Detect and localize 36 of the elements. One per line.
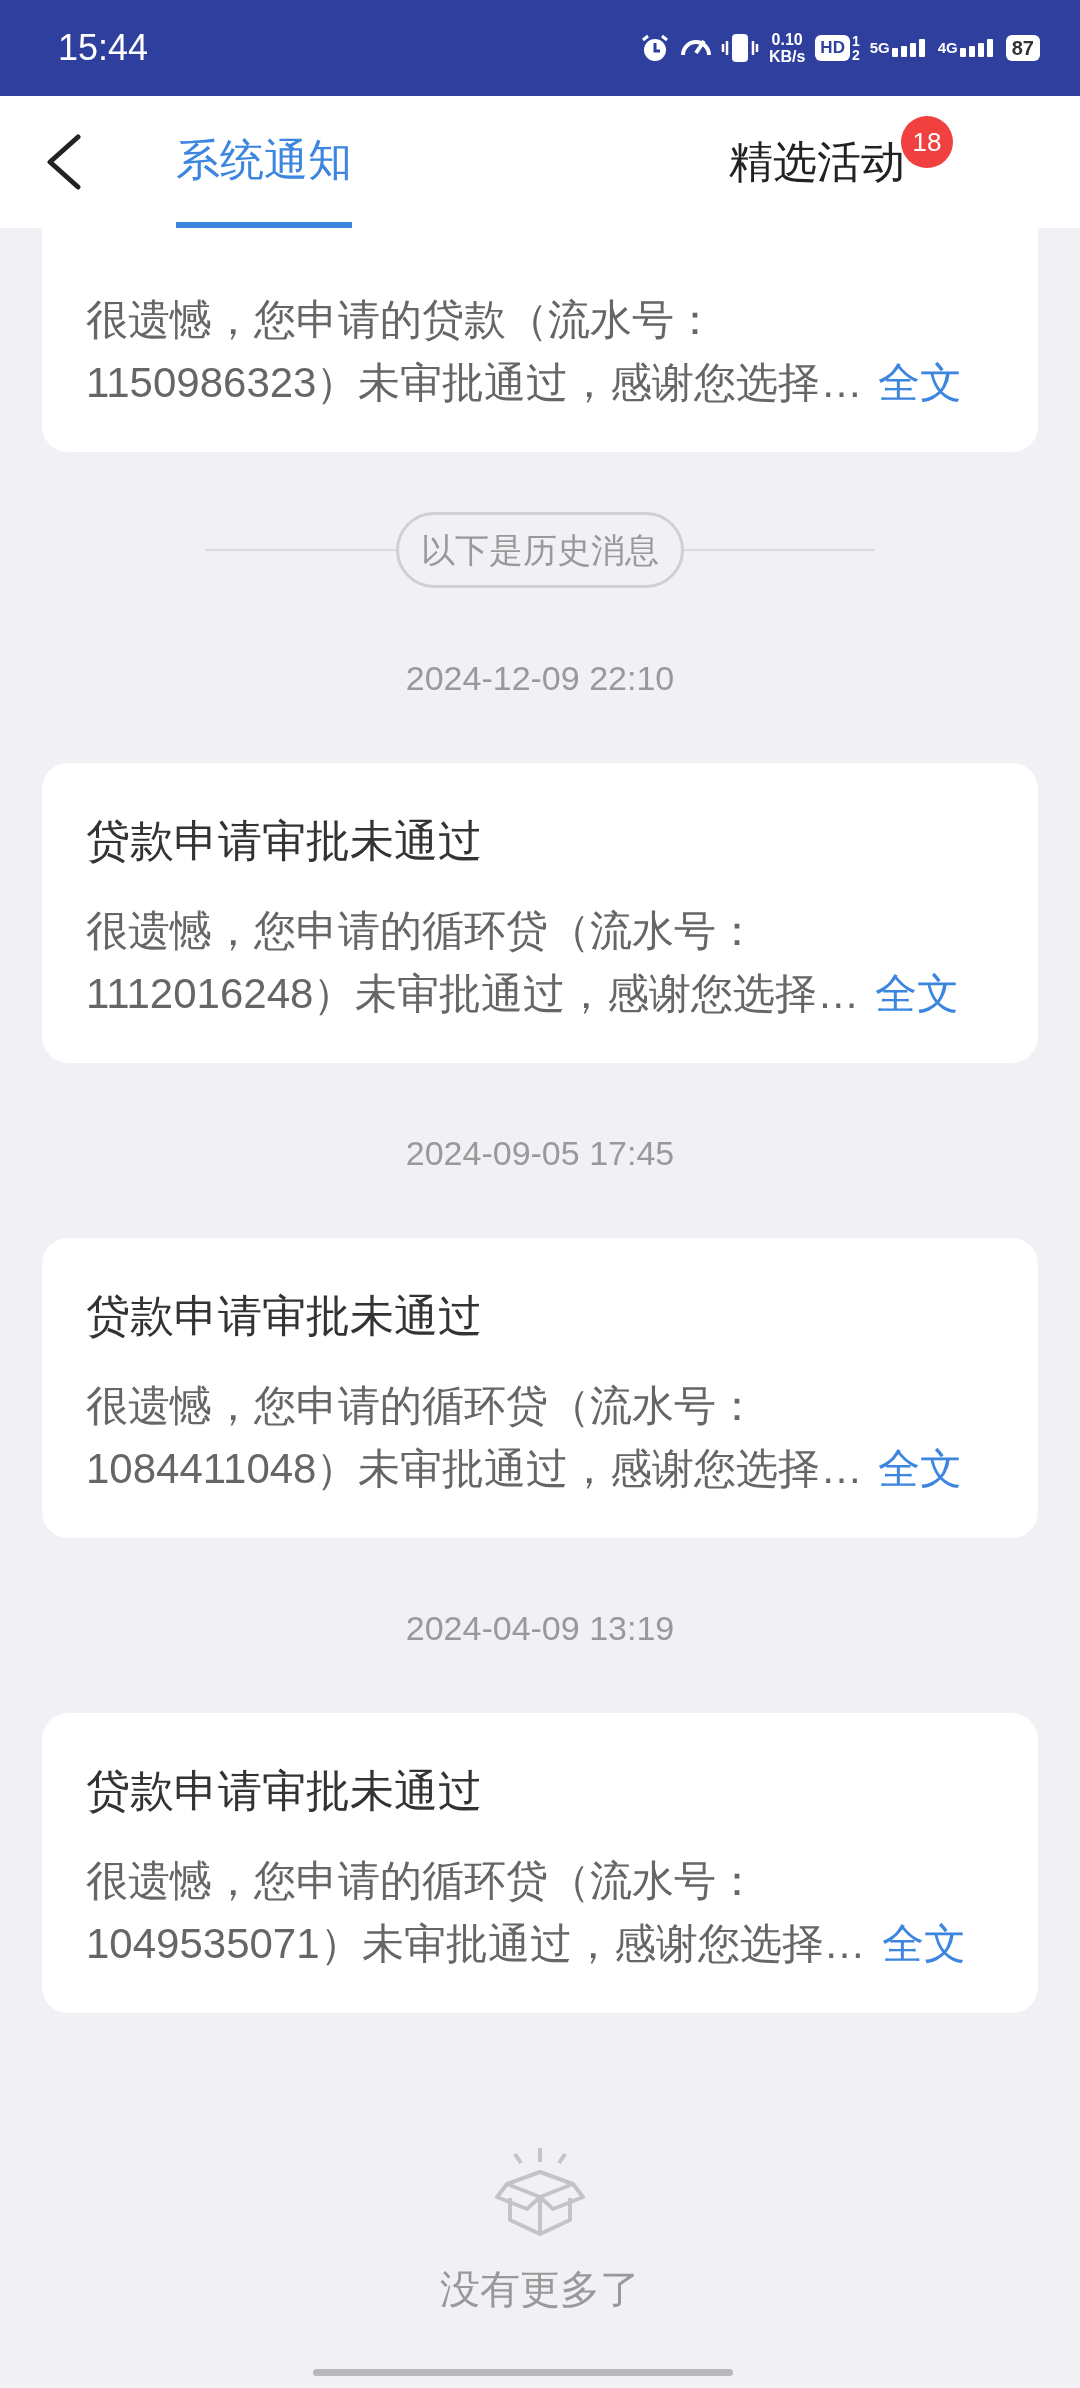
message-card[interactable]: 贷款申请审批未通过 很遗憾，您申请的循环贷（流水号： 1049535071）未审批通过，感谢您选择… 全文 [42,1713,1038,2013]
full-text-link[interactable]: 全文 [875,970,960,1017]
message-preview: 很遗憾，您申请的贷款（流水号： 1150986323）未审批通过，感谢您选择… [86,296,863,406]
full-text-link[interactable]: 全文 [878,1445,963,1492]
end-of-list-text: 没有更多了 [440,2266,640,2313]
message-date: 2024-12-09 22:10 [404,658,676,699]
message-date: 2024-09-05 17:45 [404,1133,676,1174]
message-preview: 很遗憾，您申请的循环贷（流水号： 1112016248）未审批通过，感谢您选择… [86,907,860,1017]
message-preview: 很遗憾，您申请的循环贷（流水号： 1049535071）未审批通过，感谢您选择… [86,1857,866,1967]
sim-number: 2 [851,48,860,62]
message-title: 贷款申请审批未通过 [86,1290,483,1342]
message-title: 贷款申请审批未通过 [86,1765,483,1817]
full-text-link[interactable]: 全文 [881,1920,966,1967]
message-card[interactable]: 很遗憾，您申请的贷款（流水号： 1150986323）未审批通过，感谢您选择… 全文 [42,228,1038,452]
speedometer-icon [680,39,711,57]
sim-number: 1 [851,34,860,48]
message-preview: 很遗憾，您申请的循环贷（流水号： 1084411048）未审批通过，感谢您选择… [86,1382,863,1492]
vibrate-icon [720,32,759,64]
back-icon[interactable] [44,134,84,190]
speed-unit: KB/s [768,48,806,65]
history-divider-label: 以下是历史消息 [396,512,684,588]
open-box-icon [493,2146,587,2236]
message-title: 贷款申请审批未通过 [86,815,483,867]
network-type: 5G [869,39,890,56]
signal-bars-icon [959,39,996,57]
clock-time: 15:44 [58,27,149,69]
full-text-link[interactable]: 全文 [878,359,963,406]
network-type: 4G [937,39,958,56]
message-card[interactable]: 贷款申请审批未通过 很遗憾，您申请的循环贷（流水号： 1112016248）未审批通过，感谢您选择… 全文 [42,763,1038,1063]
message-date: 2024-04-09 13:19 [404,1608,676,1649]
signal-bars-icon [891,39,928,57]
battery-indicator: 87 [1005,35,1040,61]
hd-badge: HD [815,35,850,61]
count-badge: 18 [901,116,953,168]
message-card[interactable]: 贷款申请审批未通过 很遗憾，您申请的循环贷（流水号： 1084411048）未审批通过，感谢您选择… 全文 [42,1238,1038,1538]
network-speed: 0.10 [771,31,803,48]
